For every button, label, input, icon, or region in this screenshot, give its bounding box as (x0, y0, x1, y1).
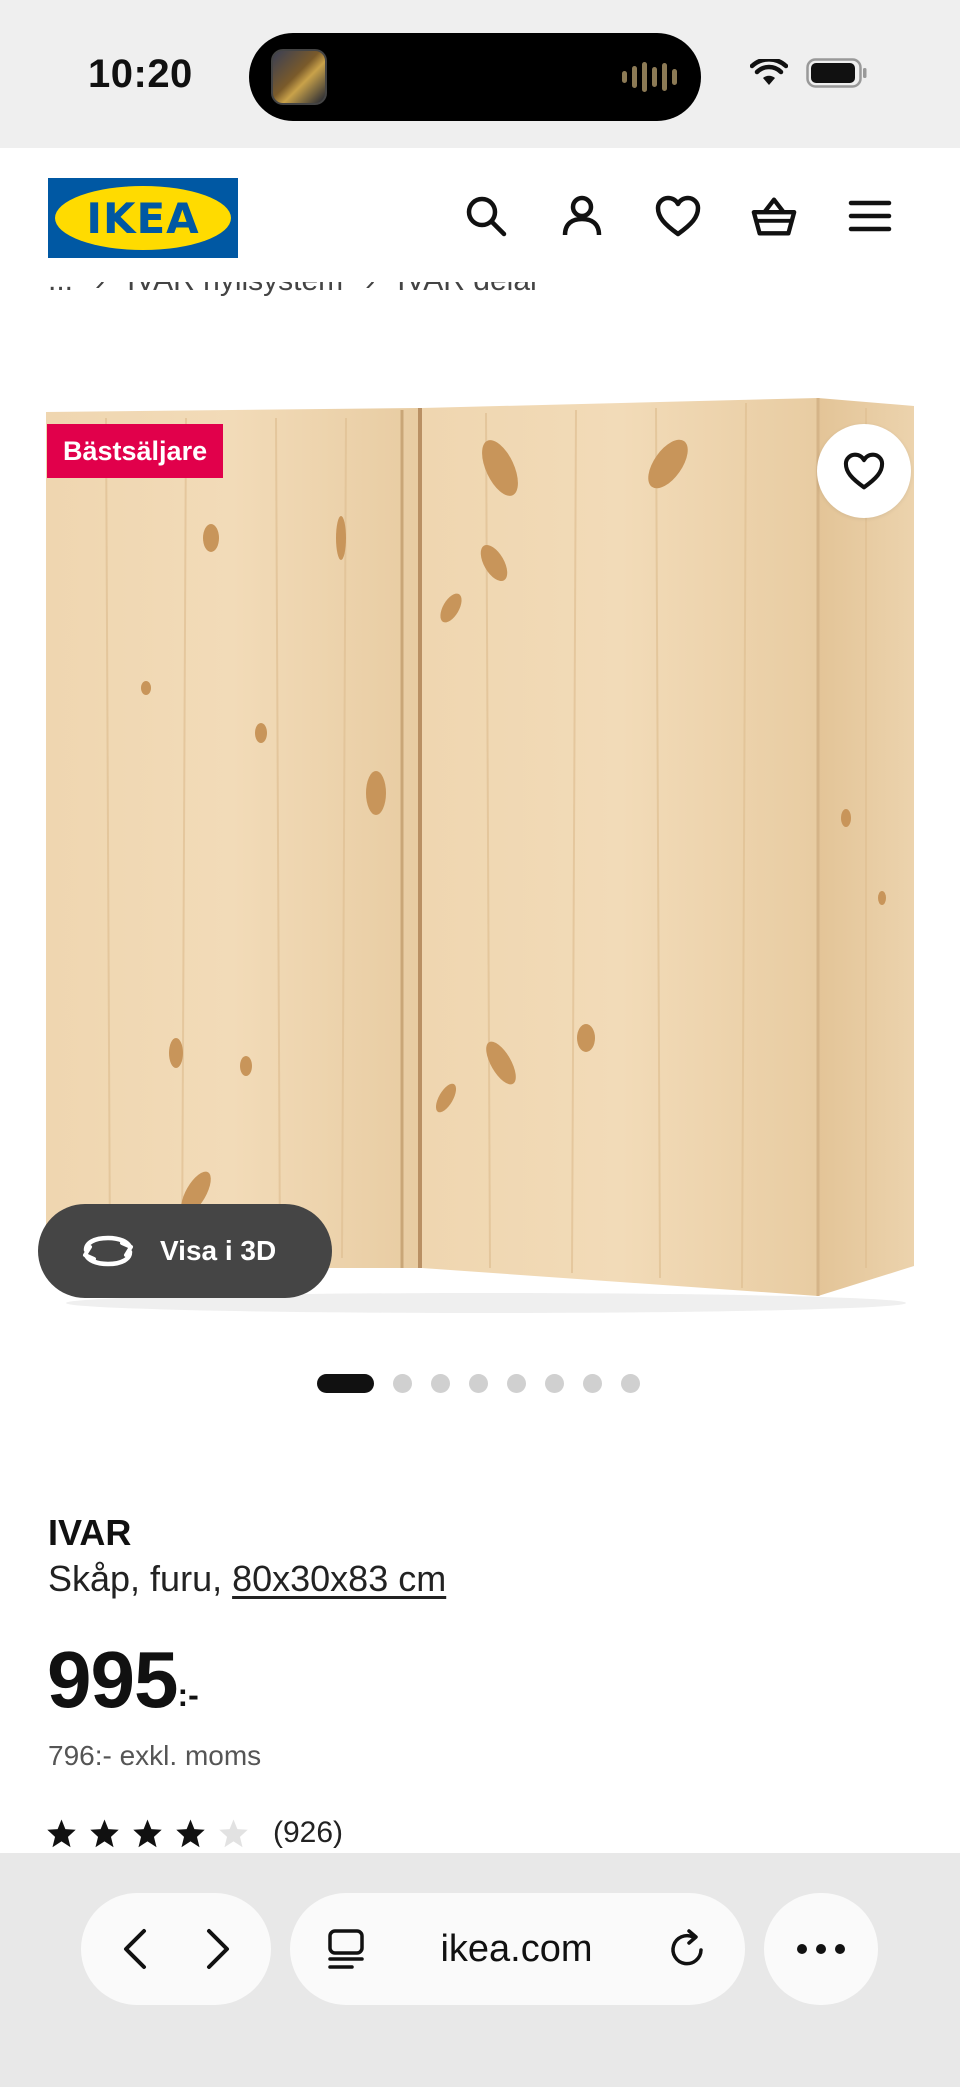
more-options-button[interactable] (764, 1893, 878, 2005)
add-to-wishlist-button[interactable] (817, 424, 911, 518)
product-image-carousel[interactable] (0, 380, 960, 1340)
product-size-link[interactable]: 80x30x83 cm (232, 1558, 446, 1600)
view-in-3d-label: Visa i 3D (160, 1235, 277, 1266)
bestseller-badge: Bästsäljare (47, 424, 224, 478)
address-bar[interactable]: ikea.com (290, 1893, 745, 2005)
browser-toolbar: ikea.com (0, 1853, 960, 2087)
battery-icon (806, 58, 867, 88)
search-icon (466, 196, 507, 237)
carousel-dot[interactable] (545, 1374, 564, 1393)
hamburger-menu-icon (848, 200, 892, 232)
site-header: IKEA (0, 148, 960, 288)
user-icon (562, 195, 602, 236)
product-description: Skåp, furu, 80x30x83 cm (48, 1558, 446, 1600)
star-filled-icon (90, 1819, 119, 1848)
review-count: (926) (273, 1816, 344, 1849)
breadcrumb-item[interactable]: ... (48, 282, 73, 298)
carousel-pagination (317, 1374, 640, 1393)
breadcrumb-item[interactable]: IVAR delar (397, 282, 540, 298)
status-bar: 10:20 (0, 0, 960, 148)
star-filled-icon (176, 1819, 205, 1848)
product-price: 995 :- (47, 1640, 199, 1720)
forward-button[interactable] (197, 1925, 237, 1973)
price-excluding-vat: 796:- exkl. moms (48, 1740, 262, 1771)
product-photo (46, 398, 914, 1313)
carousel-dot[interactable] (469, 1374, 488, 1393)
url-text: ikea.com (440, 1927, 593, 1970)
breadcrumb-item[interactable]: IVAR hyllsystem (127, 282, 343, 298)
view-in-3d-button[interactable]: Visa i 3D (38, 1204, 332, 1298)
carousel-dot[interactable] (431, 1374, 450, 1393)
product-rating[interactable]: (926) (46, 1816, 343, 1850)
status-time: 10:20 (88, 52, 193, 96)
star-filled-icon (133, 1819, 162, 1848)
account-button[interactable] (558, 192, 606, 240)
carousel-dot[interactable] (393, 1374, 412, 1393)
wishlist-button[interactable] (654, 192, 702, 240)
heart-icon (843, 452, 885, 490)
basket-icon (751, 197, 797, 236)
wifi-icon (750, 59, 788, 85)
price-amount: 995 (47, 1635, 178, 1724)
chevron-right-icon: › (95, 282, 105, 298)
carousel-dot[interactable] (583, 1374, 602, 1393)
heart-icon (655, 195, 701, 237)
reload-icon[interactable] (667, 1928, 709, 1970)
back-button[interactable] (116, 1925, 156, 1973)
audio-wave-icon (622, 61, 677, 93)
ellipsis-icon (797, 1944, 845, 1954)
ikea-logo[interactable]: IKEA (48, 178, 238, 258)
star-empty-icon (219, 1819, 248, 1848)
carousel-dot[interactable] (621, 1374, 640, 1393)
breadcrumb: ... › IVAR hyllsystem › IVAR delar (48, 282, 540, 312)
navigation-buttons (81, 1893, 271, 2005)
price-suffix: :- (177, 1677, 199, 1713)
carousel-dot[interactable] (507, 1374, 526, 1393)
reader-mode-icon[interactable] (326, 1928, 366, 1970)
chevron-right-icon: › (365, 282, 375, 298)
menu-button[interactable] (846, 192, 894, 240)
product-type: Skåp, furu, (48, 1558, 223, 1599)
product-name: IVAR (48, 1512, 132, 1553)
logo-text: IKEA (86, 193, 200, 243)
carousel-dot-active[interactable] (317, 1374, 374, 1393)
search-button[interactable] (462, 192, 510, 240)
dynamic-island[interactable] (249, 33, 701, 121)
cart-button[interactable] (750, 192, 798, 240)
rotate-3d-icon (83, 1235, 133, 1267)
star-filled-icon (47, 1819, 76, 1848)
rating-stars (46, 1818, 249, 1848)
now-playing-artwork (271, 49, 327, 105)
